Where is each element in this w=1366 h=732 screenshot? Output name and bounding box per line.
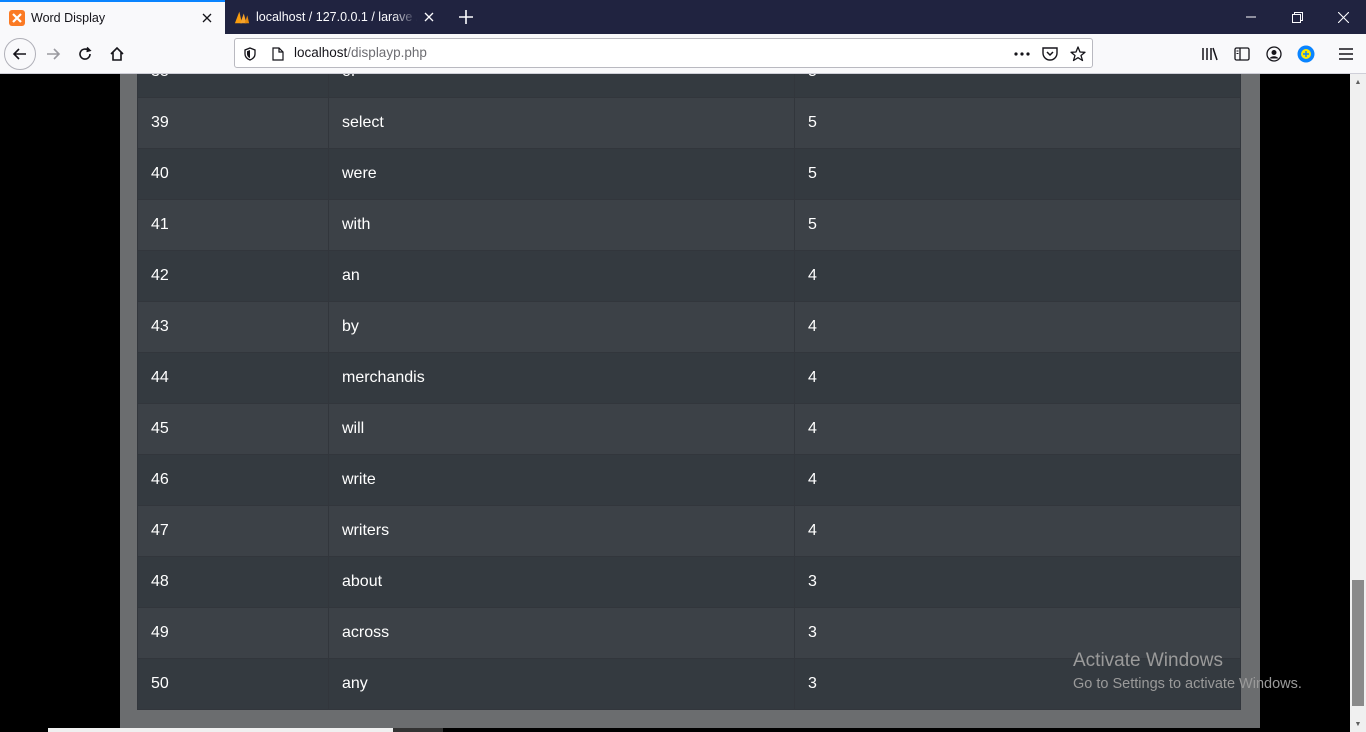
tab-title: Word Display [31, 11, 106, 25]
cell-id: 43 [137, 301, 329, 353]
cell-id: 44 [137, 352, 329, 404]
cell-count: 4 [794, 403, 1241, 455]
cell-count: 4 [794, 505, 1241, 557]
xampp-icon [9, 10, 25, 26]
cell-count: 4 [794, 301, 1241, 353]
table-row: 40 were 5 [137, 148, 1241, 200]
page-viewport: 38 of 5 39select540were541with542an443by… [0, 74, 1350, 732]
table-row: 44 merchandis 4 [137, 352, 1241, 404]
minimize-button[interactable] [1228, 0, 1274, 34]
page-actions-icon[interactable] [1011, 43, 1033, 65]
close-tab-icon[interactable] [195, 6, 219, 30]
url-host: localhost [294, 45, 348, 60]
cell-word: across [328, 607, 795, 659]
table-row: 45 will 4 [137, 403, 1241, 455]
cell-id: 41 [137, 199, 329, 251]
watermark-title: Activate Windows [1073, 650, 1223, 671]
forward-button[interactable] [37, 38, 69, 70]
cell-count: 5 [794, 148, 1241, 200]
cell-id: 46 [137, 454, 329, 506]
cell-word: by [328, 301, 795, 353]
table-row: 42 an 4 [137, 250, 1241, 302]
library-icon[interactable] [1194, 38, 1226, 70]
bookmark-star-icon[interactable] [1067, 43, 1089, 65]
windows-activation-watermark: Activate Windows Go to Settings to activ… [1073, 650, 1302, 692]
url-path: /displayp.php [347, 45, 427, 60]
scrollbar-thumb[interactable] [1352, 580, 1364, 706]
cell-word: will [328, 403, 795, 455]
cell-count: 5 [794, 97, 1241, 149]
table-row: 48 about 3 [137, 556, 1241, 608]
cell-word: select [328, 97, 795, 149]
cell-count: 4 [794, 250, 1241, 302]
page-info-icon[interactable] [267, 43, 289, 65]
extension-icon[interactable] [1290, 38, 1322, 70]
table-row: 39 select 5 [137, 97, 1241, 149]
cell-count: 4 [794, 352, 1241, 404]
tab-word-display[interactable]: Word Display [0, 0, 225, 34]
scroll-down-arrow-icon[interactable]: ▼ [1350, 716, 1366, 732]
cell-id: 50 [137, 658, 329, 710]
table-row: 43 by 4 [137, 301, 1241, 353]
word-frequency-table: 38 of 5 39select540were541with542an443by… [137, 74, 1241, 710]
cell-id: 42 [137, 250, 329, 302]
cell-id: 47 [137, 505, 329, 557]
close-tab-icon[interactable] [417, 5, 441, 29]
cell-id: 38 [137, 74, 329, 98]
cell-count: 5 [794, 199, 1241, 251]
table-row: 38 of 5 [137, 74, 1241, 98]
cell-word: any [328, 658, 795, 710]
hamburger-menu-icon[interactable] [1330, 38, 1362, 70]
tab-strip: Word Display localhost / 127.0.0.1 / lar… [0, 0, 1366, 34]
cell-count: 3 [794, 556, 1241, 608]
table-row: 47 writers 4 [137, 505, 1241, 557]
cell-id: 45 [137, 403, 329, 455]
cell-word: were [328, 148, 795, 200]
phpmyadmin-icon [234, 9, 250, 25]
table-row: 46 write 4 [137, 454, 1241, 506]
watermark-subtitle: Go to Settings to activate Windows. [1073, 676, 1302, 692]
cell-id: 49 [137, 607, 329, 659]
cell-word: with [328, 199, 795, 251]
navigation-toolbar: localhost/displayp.php [0, 34, 1366, 74]
back-button[interactable] [4, 38, 36, 70]
scroll-up-arrow-icon[interactable]: ▲ [1350, 74, 1366, 90]
cell-id: 39 [137, 97, 329, 149]
horizontal-scrollbar[interactable] [48, 728, 393, 732]
table-row: 41 with 5 [137, 199, 1241, 251]
home-button[interactable] [101, 38, 133, 70]
restore-button[interactable] [1274, 0, 1320, 34]
tracking-protection-icon[interactable] [239, 43, 261, 65]
url-bar[interactable]: localhost/displayp.php [234, 38, 1093, 68]
cell-id: 40 [137, 148, 329, 200]
close-window-button[interactable] [1320, 0, 1366, 34]
sidebar-icon[interactable] [1226, 38, 1258, 70]
reload-button[interactable] [69, 38, 101, 70]
cell-word: about [328, 556, 795, 608]
pocket-icon[interactable] [1039, 43, 1061, 65]
cell-count: 4 [794, 454, 1241, 506]
tab-title: localhost / 127.0.0.1 / larave / w [256, 10, 417, 24]
vertical-scrollbar[interactable]: ▲ ▼ [1350, 74, 1366, 732]
tab-phpmyadmin[interactable]: localhost / 127.0.0.1 / larave / w [225, 0, 447, 34]
taskbar-fragment [393, 728, 443, 732]
cell-word: an [328, 250, 795, 302]
cell-word: merchandis [328, 352, 795, 404]
account-icon[interactable] [1258, 38, 1290, 70]
cell-word: write [328, 454, 795, 506]
cell-word: writers [328, 505, 795, 557]
cell-count: 5 [794, 74, 1241, 98]
new-tab-button[interactable] [453, 4, 479, 30]
url-text: localhost/displayp.php [294, 45, 427, 60]
cell-id: 48 [137, 556, 329, 608]
cell-word: of [328, 74, 795, 98]
